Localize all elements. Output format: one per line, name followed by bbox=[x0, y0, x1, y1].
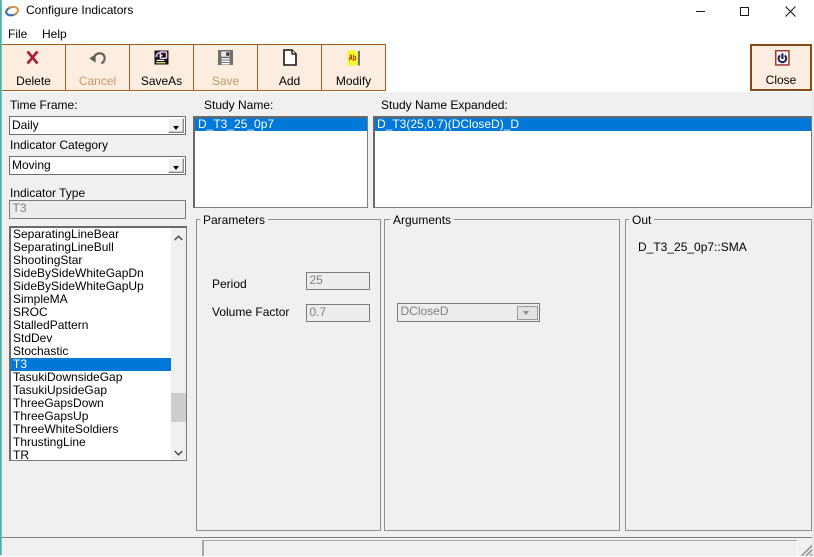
svg-text:Ab: Ab bbox=[349, 54, 357, 63]
